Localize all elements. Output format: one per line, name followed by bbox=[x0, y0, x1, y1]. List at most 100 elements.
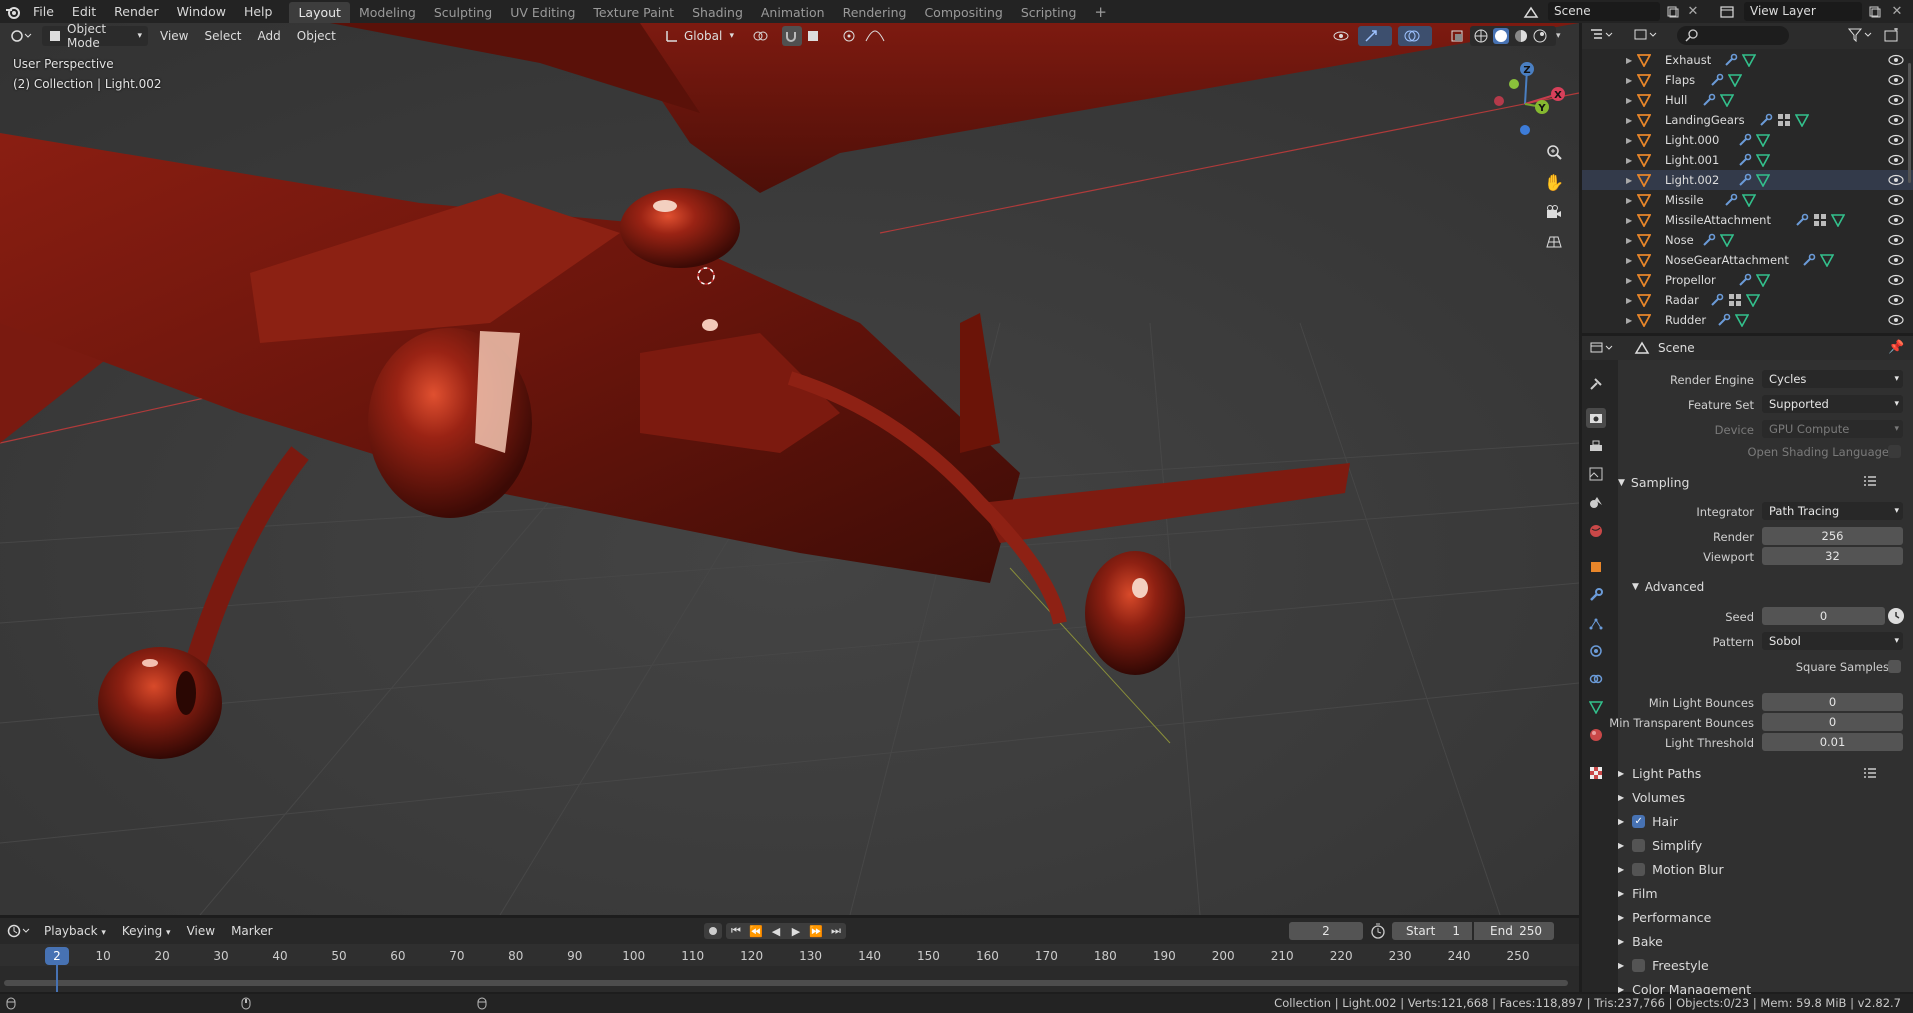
min-light-bounces-field[interactable]: 0 bbox=[1762, 693, 1903, 711]
visibility-eye-icon[interactable] bbox=[1888, 214, 1904, 229]
visibility-eye-icon[interactable] bbox=[1888, 94, 1904, 109]
outliner-item-name[interactable]: Nose bbox=[1665, 233, 1694, 247]
outliner-row[interactable]: ▶ MissileAttachment bbox=[1582, 210, 1913, 230]
outliner-item-name[interactable]: Propellor bbox=[1665, 273, 1716, 287]
proportional-edit-button[interactable] bbox=[840, 26, 860, 46]
panel-header-light-paths[interactable]: ▶ Light Paths bbox=[1618, 766, 1701, 781]
outliner-item-name[interactable]: Light.001 bbox=[1665, 153, 1719, 167]
timeline-menu-playback[interactable]: Playback ▾ bbox=[32, 924, 114, 938]
tab-constraints[interactable] bbox=[1586, 669, 1606, 689]
wireframe-shading-icon[interactable] bbox=[1474, 29, 1488, 43]
mesh-data-icon[interactable] bbox=[1755, 173, 1771, 190]
outliner-row[interactable]: ▶ Exhaust bbox=[1582, 50, 1913, 70]
outliner-row[interactable]: ▶ Hull bbox=[1582, 90, 1913, 110]
outliner-row[interactable]: ▶ Light.002 bbox=[1582, 170, 1913, 190]
expand-arrow-icon[interactable]: ▶ bbox=[1626, 316, 1632, 325]
snap-toggle-button[interactable] bbox=[782, 26, 802, 46]
integrator-dropdown[interactable]: Path Tracing ▾ bbox=[1762, 502, 1903, 520]
tab-output[interactable] bbox=[1586, 437, 1606, 457]
modifier-wrench-icon[interactable] bbox=[1738, 153, 1752, 170]
tab-physics[interactable] bbox=[1586, 641, 1606, 661]
outliner-row[interactable]: ▶ Flaps bbox=[1582, 70, 1913, 90]
seed-clock-icon[interactable] bbox=[1888, 608, 1904, 624]
viewport-menu-view[interactable]: View bbox=[152, 29, 196, 43]
panel-header-simplify[interactable]: ▶ Simplify bbox=[1618, 838, 1702, 853]
timeline-tracks-area[interactable] bbox=[0, 966, 1579, 992]
scene-name-field[interactable]: Scene bbox=[1548, 2, 1660, 21]
outliner-row[interactable]: ▶ Rudder bbox=[1582, 310, 1913, 330]
jump-start-icon[interactable]: ⏮ bbox=[726, 923, 746, 939]
expand-arrow-icon[interactable]: ▶ bbox=[1626, 56, 1632, 65]
workspace-tab-rendering[interactable]: Rendering bbox=[834, 2, 916, 23]
expand-arrow-icon[interactable]: ▶ bbox=[1626, 196, 1632, 205]
outliner-row[interactable]: ▶ Propellor bbox=[1582, 270, 1913, 290]
workspace-tab-modeling[interactable]: Modeling bbox=[350, 2, 425, 23]
sampling-panel-header[interactable]: ▼ Sampling bbox=[1618, 475, 1689, 490]
mesh-data-icon[interactable] bbox=[1741, 53, 1757, 70]
new-scene-icon[interactable] bbox=[1664, 2, 1682, 21]
properties-editor-type-icon[interactable] bbox=[1590, 341, 1614, 355]
mesh-data-icon[interactable] bbox=[1755, 133, 1771, 150]
panel-header-hair[interactable]: ▶ ✓ Hair bbox=[1618, 814, 1678, 829]
panel-header-performance[interactable]: ▶ Performance bbox=[1618, 910, 1711, 925]
mesh-data-icon[interactable] bbox=[1720, 93, 1735, 110]
workspace-tab-shading[interactable]: Shading bbox=[683, 2, 752, 23]
outliner-row[interactable]: ▶Rudder.001 bbox=[1582, 330, 1913, 333]
outliner-item-name[interactable]: Exhaust bbox=[1665, 53, 1711, 67]
visibility-eye-icon[interactable] bbox=[1888, 254, 1904, 269]
outliner-item-name[interactable]: Missile bbox=[1665, 193, 1704, 207]
visibility-eye-icon[interactable] bbox=[1888, 314, 1904, 329]
tab-material[interactable] bbox=[1586, 725, 1606, 745]
modifier-wrench-icon[interactable] bbox=[1702, 93, 1716, 110]
blender-logo-icon[interactable] bbox=[2, 0, 24, 23]
outliner-item-name[interactable]: Hull bbox=[1665, 93, 1687, 107]
panel-enable-checkbox[interactable] bbox=[1632, 839, 1646, 852]
viewport-menu-select[interactable]: Select bbox=[196, 29, 249, 43]
min-transparent-bounces-field[interactable]: 0 bbox=[1762, 713, 1903, 731]
visibility-eye-icon[interactable] bbox=[1888, 194, 1904, 209]
expand-arrow-icon[interactable]: ▶ bbox=[1626, 296, 1632, 305]
timeline-menu-keying[interactable]: Keying ▾ bbox=[114, 924, 179, 938]
presets-list-icon[interactable] bbox=[1863, 474, 1877, 488]
viewport-menu-object[interactable]: Object bbox=[289, 29, 344, 43]
jump-end-icon[interactable]: ⏭ bbox=[826, 923, 846, 939]
mesh-data-icon[interactable] bbox=[1727, 73, 1742, 90]
delete-view-layer-icon[interactable]: ✕ bbox=[1888, 2, 1906, 21]
tab-render[interactable] bbox=[1586, 408, 1606, 428]
mesh-data-icon[interactable] bbox=[1819, 253, 1835, 270]
editor-type-button[interactable] bbox=[4, 26, 38, 46]
tab-view-layer[interactable] bbox=[1586, 464, 1606, 484]
mesh-data-icon[interactable] bbox=[1794, 113, 1810, 130]
modifier-wrench-icon[interactable] bbox=[1710, 73, 1724, 90]
shading-mode-group[interactable] bbox=[1470, 26, 1556, 46]
overlays-toggle-button[interactable] bbox=[1398, 26, 1432, 46]
object-visibility-button[interactable] bbox=[1326, 26, 1356, 46]
material-preview-icon[interactable] bbox=[1514, 29, 1528, 43]
mesh-data-icon[interactable] bbox=[1720, 233, 1735, 250]
tab-texture[interactable] bbox=[1586, 763, 1606, 783]
visibility-eye-icon[interactable] bbox=[1888, 134, 1904, 149]
timeline-editor-type-icon[interactable] bbox=[6, 924, 32, 938]
timeline-menu-view[interactable]: View bbox=[179, 924, 223, 938]
tab-particles[interactable] bbox=[1586, 613, 1606, 633]
preview-range-stopwatch-icon[interactable] bbox=[1370, 923, 1386, 939]
visibility-eye-icon[interactable] bbox=[1888, 54, 1904, 69]
visibility-eye-icon[interactable] bbox=[1888, 154, 1904, 169]
outliner-row[interactable]: ▶ Light.001 bbox=[1582, 150, 1913, 170]
delete-scene-icon[interactable]: ✕ bbox=[1684, 2, 1702, 21]
menu-file[interactable]: File bbox=[24, 0, 63, 23]
square-samples-checkbox[interactable] bbox=[1888, 660, 1901, 673]
panel-enable-checkbox[interactable] bbox=[1632, 959, 1646, 972]
mesh-data-icon[interactable] bbox=[1745, 293, 1760, 310]
outliner-item-name[interactable]: Radar bbox=[1665, 293, 1699, 307]
outliner-item-name[interactable]: Flaps bbox=[1665, 73, 1695, 87]
mesh-data-icon[interactable] bbox=[1830, 213, 1846, 230]
snap-target-dropdown[interactable] bbox=[804, 26, 832, 46]
visibility-eye-icon[interactable] bbox=[1888, 74, 1904, 89]
visibility-eye-icon[interactable] bbox=[1888, 114, 1904, 129]
workspace-tab-scripting[interactable]: Scripting bbox=[1012, 2, 1086, 23]
navigation-gizmo[interactable]: Z X Y bbox=[1480, 59, 1570, 149]
3d-viewport[interactable]: Object Mode ▾ View Select Add Object Glo… bbox=[0, 23, 1579, 915]
auto-keying-button[interactable] bbox=[704, 923, 722, 939]
new-collection-icon[interactable] bbox=[1884, 28, 1900, 42]
